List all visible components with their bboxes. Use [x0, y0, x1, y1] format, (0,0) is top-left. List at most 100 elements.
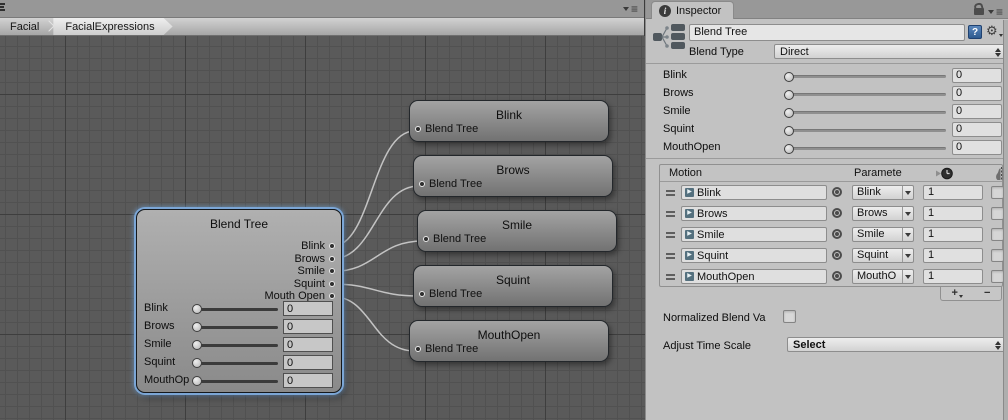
blendtree-main-node[interactable]: Blend Tree Blink Brows Smile Squint Mout…: [136, 209, 342, 393]
drag-handle-icon[interactable]: [666, 232, 675, 238]
port-circle-icon[interactable]: [415, 346, 421, 352]
motion-object-field[interactable]: ▶ Smile: [681, 227, 827, 242]
motion-list-header: Motion Paramete: [660, 165, 1007, 183]
port-circle-icon[interactable]: [329, 280, 335, 287]
dropdown-arrow-icon: [902, 207, 913, 220]
motion-row-brows: ▶ Brows Brows 1: [660, 206, 1004, 222]
slider-track[interactable]: [192, 376, 278, 386]
slider-track[interactable]: [784, 126, 946, 136]
child-node-mouthopen[interactable]: MouthOpen Blend Tree: [409, 320, 609, 362]
motion-object-field[interactable]: ▶ Squint: [681, 248, 827, 263]
tab-inspector[interactable]: i Inspector: [651, 1, 735, 19]
slider-track[interactable]: [192, 340, 278, 350]
slider-value-field[interactable]: 0: [283, 373, 333, 388]
blendtree-name-input[interactable]: Blend Tree: [689, 24, 965, 41]
breadcrumb-label: FacialExpressions: [65, 20, 155, 33]
slider-track[interactable]: [784, 90, 946, 100]
port-circle-icon[interactable]: [329, 255, 335, 262]
child-node-blink[interactable]: Blink Blend Tree: [409, 100, 609, 142]
param-value-field[interactable]: 0: [952, 86, 1002, 101]
child-node-brows[interactable]: Brows Blend Tree: [413, 155, 613, 197]
motion-object-field[interactable]: ▶ Blink: [681, 185, 827, 200]
remove-motion-button[interactable]: −: [984, 288, 990, 299]
breadcrumb: Facial FacialExpressions: [0, 18, 644, 36]
breadcrumb-item-facialexpressions[interactable]: FacialExpressions: [53, 18, 172, 35]
slider-knob[interactable]: [192, 322, 202, 332]
param-value-field[interactable]: 0: [952, 140, 1002, 155]
slider-knob[interactable]: [784, 144, 794, 154]
parameter-dropdown[interactable]: Smile: [852, 227, 914, 242]
breadcrumb-label: Facial: [10, 20, 40, 33]
object-picker-icon[interactable]: [832, 187, 842, 197]
blendtree-graph-canvas[interactable]: Blend Tree Blink Brows Smile Squint Mout…: [0, 36, 645, 420]
param-value-field[interactable]: 0: [952, 68, 1002, 83]
slider-knob[interactable]: [784, 90, 794, 100]
object-picker-icon[interactable]: [832, 250, 842, 260]
slider-track[interactable]: [192, 304, 278, 314]
inspector-scrollbar[interactable]: [1003, 20, 1008, 420]
weight-field[interactable]: 1: [923, 206, 983, 221]
slider-knob[interactable]: [192, 340, 202, 350]
slider-value-field[interactable]: 0: [283, 355, 333, 370]
port-circle-icon[interactable]: [419, 181, 425, 187]
slider-track[interactable]: [784, 144, 946, 154]
drag-handle-icon[interactable]: [666, 190, 675, 196]
port-circle-icon[interactable]: [419, 291, 425, 297]
drag-handle-icon[interactable]: [666, 274, 675, 280]
object-picker-icon[interactable]: [832, 208, 842, 218]
slider-knob[interactable]: [192, 358, 202, 368]
breadcrumb-item-facial[interactable]: Facial: [0, 18, 49, 35]
child-node-squint[interactable]: Squint Blend Tree: [413, 265, 613, 307]
node-slider-smile: Smile 0: [137, 336, 341, 354]
weight-field[interactable]: 1: [923, 185, 983, 200]
slider-track[interactable]: [192, 358, 278, 368]
slider-knob[interactable]: [192, 376, 202, 386]
param-row-blink: Blink 0: [646, 67, 1008, 85]
param-value-field[interactable]: 0: [952, 122, 1002, 137]
drag-handle-icon[interactable]: [666, 253, 675, 259]
help-icon[interactable]: ?: [968, 25, 982, 39]
weight-field[interactable]: 1: [923, 269, 983, 284]
slider-track[interactable]: [784, 108, 946, 118]
parameter-dropdown[interactable]: Blink: [852, 185, 914, 200]
weight-field[interactable]: 1: [923, 248, 983, 263]
output-port-smile: Smile: [264, 265, 335, 278]
child-node-smile[interactable]: Smile Blend Tree: [417, 210, 617, 252]
slider-value-field[interactable]: 0: [283, 337, 333, 352]
param-value-field[interactable]: 0: [952, 104, 1002, 119]
slider-knob[interactable]: [784, 126, 794, 136]
adjust-time-scale-dropdown[interactable]: Select: [787, 337, 1005, 352]
add-motion-button[interactable]: +: [952, 288, 963, 299]
slider-track[interactable]: [192, 322, 278, 332]
weight-field[interactable]: 1: [923, 227, 983, 242]
object-picker-icon[interactable]: [832, 271, 842, 281]
parameter-dropdown[interactable]: Squint: [852, 248, 914, 263]
pane-menu-icon[interactable]: ≡: [622, 3, 638, 15]
motion-object-field[interactable]: ▶ Brows: [681, 206, 827, 221]
parameter-dropdown[interactable]: MouthO: [852, 269, 914, 284]
port-circle-icon[interactable]: [329, 243, 335, 250]
port-circle-icon[interactable]: [329, 293, 335, 300]
lock-icon[interactable]: [974, 8, 984, 15]
port-circle-icon[interactable]: [423, 236, 429, 242]
slider-knob[interactable]: [784, 72, 794, 82]
port-circle-icon[interactable]: [415, 126, 421, 132]
timescale-icon[interactable]: [936, 167, 953, 183]
slider-knob[interactable]: [784, 108, 794, 118]
output-port-squint: Squint: [264, 278, 335, 291]
normalized-blend-checkbox[interactable]: [783, 310, 796, 323]
motion-object-field[interactable]: ▶ MouthOpen: [681, 269, 827, 284]
parameter-dropdown[interactable]: Brows: [852, 206, 914, 221]
blend-type-dropdown[interactable]: Direct: [774, 44, 1005, 59]
inspector-panel: i Inspector ≡ Blend Tree ? ⚙ Blend Type: [645, 0, 1008, 420]
slider-track[interactable]: [784, 72, 946, 82]
animation-clip-icon: ▶: [685, 272, 694, 281]
object-picker-icon[interactable]: [832, 229, 842, 239]
pane-menu-icon[interactable]: ≡: [987, 6, 1003, 18]
port-circle-icon[interactable]: [329, 268, 335, 275]
slider-value-field[interactable]: 0: [283, 301, 333, 316]
gear-icon[interactable]: ⚙: [986, 23, 1003, 39]
drag-handle-icon[interactable]: [666, 211, 675, 217]
slider-knob[interactable]: [192, 304, 202, 314]
slider-value-field[interactable]: 0: [283, 319, 333, 334]
